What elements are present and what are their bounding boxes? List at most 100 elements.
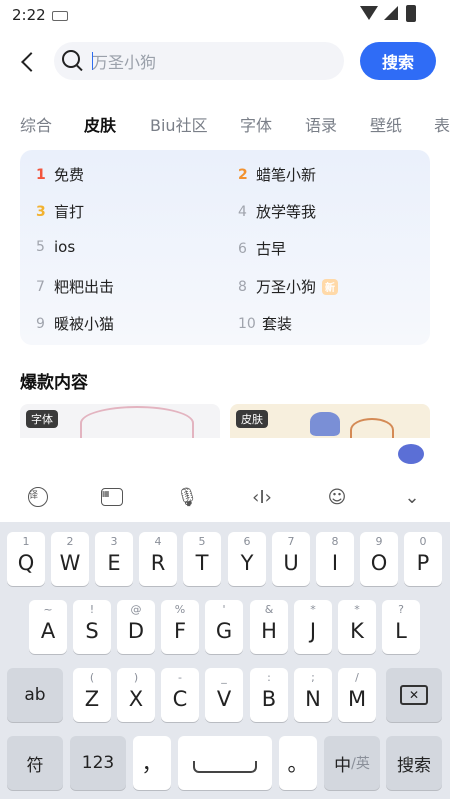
symbol-key[interactable]: 符	[7, 736, 63, 790]
key-o[interactable]: 9O	[360, 532, 398, 586]
hot-item[interactable]: 10 套装	[238, 313, 292, 334]
hot-item-label: 暖被小猫	[54, 315, 115, 333]
keyboard-icon[interactable]: ▦	[100, 485, 124, 509]
signal-icon	[384, 6, 398, 20]
rank-number: 8	[238, 278, 247, 295]
key-z[interactable]: (Z	[73, 668, 111, 722]
key-g[interactable]: ' G	[205, 600, 243, 654]
key-l[interactable]: ? L	[382, 600, 420, 654]
hot-item-label: ios	[54, 238, 76, 256]
tab-wallpaper[interactable]: 壁纸	[370, 112, 402, 136]
hot-item[interactable]: 8 万圣小狗 新	[238, 276, 339, 297]
key-f[interactable]: % F	[161, 600, 199, 654]
cursor-move-icon[interactable]: ‹I›	[250, 485, 274, 509]
rank-number: 4	[238, 203, 247, 220]
rank-number: 5	[36, 239, 45, 255]
rank-number: 2	[238, 166, 248, 183]
key-d[interactable]: @ D	[117, 600, 155, 654]
key-e[interactable]: 3E	[95, 532, 133, 586]
emoji-icon[interactable]: ☺	[325, 485, 349, 509]
microphone-icon[interactable]: 🎙	[175, 485, 199, 509]
key-x[interactable]: ) X	[117, 668, 155, 722]
hot-item[interactable]: 5 ios	[36, 238, 75, 256]
hot-item[interactable]: 9 暖被小猫	[36, 313, 114, 334]
wifi-icon	[360, 6, 378, 20]
hot-item-label: 盲打	[54, 203, 85, 221]
key-k[interactable]: * K	[338, 600, 376, 654]
hot-item-label: 古早	[256, 240, 287, 258]
collapse-icon[interactable]: ⌄	[400, 485, 424, 509]
new-badge: 新	[322, 278, 339, 295]
key-t[interactable]: 5T	[183, 532, 221, 586]
card-thumbnail	[80, 406, 194, 440]
number-key[interactable]: 123	[70, 736, 126, 790]
search-input[interactable]	[92, 50, 332, 72]
status-time: 2:22	[12, 6, 46, 24]
key-s[interactable]: ! S	[73, 600, 111, 654]
enter-search-key[interactable]: 搜索	[386, 736, 442, 790]
tab-all[interactable]: 综合	[20, 112, 52, 136]
space-bar-icon	[193, 761, 257, 773]
search-button[interactable]: 搜索	[360, 42, 436, 80]
key-w[interactable]: 2W	[51, 532, 89, 586]
category-tabs: 综合 皮肤 Biu社区 字体 语录 壁纸 表	[0, 112, 450, 138]
section-title: 爆款内容	[20, 373, 88, 393]
key-h[interactable]: & H	[250, 600, 288, 654]
tab-font[interactable]: 字体	[240, 112, 272, 136]
card-tag: 字体	[26, 410, 58, 428]
key-n[interactable]: ; N	[294, 668, 332, 722]
key-a[interactable]: ~ A	[29, 600, 67, 654]
rank-number: 3	[36, 203, 46, 220]
tab-quotes[interactable]: 语录	[305, 112, 337, 136]
period-key[interactable]: 。	[279, 736, 317, 790]
hot-item-label: 粑粑出击	[54, 278, 115, 296]
hot-item[interactable]: 3 盲打	[36, 201, 84, 222]
key-j[interactable]: * J	[294, 600, 332, 654]
rank-number: 6	[238, 240, 247, 257]
hot-item[interactable]: 6 古早	[238, 238, 286, 259]
back-arrow-icon[interactable]	[14, 48, 42, 76]
hot-item[interactable]: 1 免费	[36, 164, 84, 185]
backspace-key[interactable]: ✕	[386, 668, 442, 722]
hot-item-label: 套装	[262, 315, 293, 333]
hot-item[interactable]: 4 放学等我	[238, 201, 316, 222]
keyboard-indicator-icon	[52, 11, 68, 21]
key-y[interactable]: 6Y	[228, 532, 266, 586]
key-r[interactable]: 4R	[139, 532, 177, 586]
card-tag: 皮肤	[236, 410, 268, 428]
hot-item[interactable]: 7 粑粑出击	[36, 276, 114, 297]
search-box[interactable]	[54, 42, 344, 80]
status-bar: 2:22	[0, 0, 450, 30]
key-p[interactable]: 0P	[404, 532, 442, 586]
key-i[interactable]: 8I	[316, 532, 354, 586]
key-v[interactable]: _ V	[205, 668, 243, 722]
mascot-icon[interactable]	[398, 444, 424, 464]
shift-ab-key[interactable]: ab	[7, 668, 63, 722]
key-u[interactable]: 7U	[272, 532, 310, 586]
rank-number: 1	[36, 166, 46, 183]
rank-number: 9	[36, 315, 45, 332]
key-q[interactable]: 1Q	[7, 532, 45, 586]
hot-item[interactable]: 2 蜡笔小新	[238, 164, 316, 185]
backspace-icon: ✕	[400, 685, 428, 705]
search-icon	[62, 50, 80, 68]
comma-key[interactable]: ，	[133, 736, 171, 790]
hot-item-label: 蜡笔小新	[256, 166, 317, 184]
space-key[interactable]	[178, 736, 272, 790]
rank-number: 10	[238, 315, 256, 332]
tab-emoticon[interactable]: 表	[434, 112, 450, 136]
tab-skin[interactable]: 皮肤	[84, 112, 116, 136]
hot-search-panel: 1 免费 2 蜡笔小新 3 盲打 4 放学等我 5 ios 6 古早 7 粑粑出…	[20, 150, 430, 345]
hot-item-label: 免费	[54, 166, 85, 184]
card-thumbnail	[310, 412, 340, 436]
key-c[interactable]: -C	[161, 668, 199, 722]
language-switch-key[interactable]: 中/英	[324, 736, 380, 790]
key-m[interactable]: / M	[338, 668, 376, 722]
voice-translate-icon[interactable]: 译	[26, 485, 50, 509]
search-header: 搜索	[0, 40, 450, 84]
key-b[interactable]: :B	[250, 668, 288, 722]
tab-biu-community[interactable]: Biu社区	[150, 112, 208, 136]
battery-icon	[406, 5, 416, 22]
keyboard-toolbar: 译 ▦ 🎙 ‹I› ☺ ⌄	[0, 438, 450, 522]
hot-item-label: 万圣小狗	[256, 278, 317, 296]
